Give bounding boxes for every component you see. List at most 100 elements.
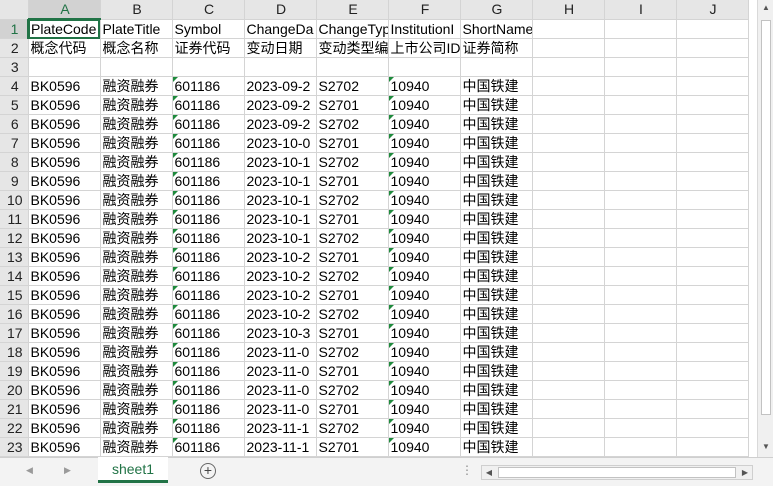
cell-f21[interactable]: 10940 [388, 399, 461, 419]
column-header-i[interactable]: I [604, 0, 677, 20]
cell-j21[interactable] [676, 399, 749, 419]
cell-b5[interactable]: 融资融券 [100, 95, 173, 115]
cell-b17[interactable]: 融资融券 [100, 323, 173, 343]
spreadsheet-grid[interactable]: ABCDEFGHIJ 1 PlateCode PlateTitle Symbol Cha… [0, 0, 757, 457]
column-header-d[interactable]: D [244, 0, 317, 20]
cell-b13[interactable]: 融资融券 [100, 247, 173, 267]
cell-h8[interactable] [532, 152, 605, 172]
cell-a9[interactable]: BK0596 [28, 171, 101, 191]
cell-g16[interactable]: 中国铁建 [460, 304, 533, 324]
cell-i18[interactable] [604, 342, 677, 362]
cell-f15[interactable]: 10940 [388, 285, 461, 305]
cell-c12[interactable]: 601186 [172, 228, 245, 248]
cell-e23[interactable]: S2701 [316, 437, 389, 457]
cell-j11[interactable] [676, 209, 749, 229]
cell-j8[interactable] [676, 152, 749, 172]
cell-i12[interactable] [604, 228, 677, 248]
cell-c11[interactable]: 601186 [172, 209, 245, 229]
cell-h6[interactable] [532, 114, 605, 134]
plus-icon[interactable]: + [200, 463, 216, 479]
row-header[interactable]: 19 [0, 361, 29, 381]
cell-e19[interactable]: S2701 [316, 361, 389, 381]
cell-f10[interactable]: 10940 [388, 190, 461, 210]
column-header-j[interactable]: J [676, 0, 749, 20]
cell-d15[interactable]: 2023-10-2 [244, 285, 317, 305]
cell-b15[interactable]: 融资融券 [100, 285, 173, 305]
cell-c9[interactable]: 601186 [172, 171, 245, 191]
cell-e21[interactable]: S2701 [316, 399, 389, 419]
cell-d21[interactable]: 2023-11-0 [244, 399, 317, 419]
cell-h5[interactable] [532, 95, 605, 115]
cell-d12[interactable]: 2023-10-1 [244, 228, 317, 248]
cell-a13[interactable]: BK0596 [28, 247, 101, 267]
row-header[interactable]: 21 [0, 399, 29, 419]
cell-a23[interactable]: BK0596 [28, 437, 101, 457]
cell-i20[interactable] [604, 380, 677, 400]
cell-h20[interactable] [532, 380, 605, 400]
cell-e6[interactable]: S2702 [316, 114, 389, 134]
cell-a14[interactable]: BK0596 [28, 266, 101, 286]
cell-d19[interactable]: 2023-11-0 [244, 361, 317, 381]
cell-e3[interactable] [316, 57, 389, 77]
cell-i16[interactable] [604, 304, 677, 324]
cell-j6[interactable] [676, 114, 749, 134]
cell-h18[interactable] [532, 342, 605, 362]
cell-i7[interactable] [604, 133, 677, 153]
cell-j19[interactable] [676, 361, 749, 381]
cell-g22[interactable]: 中国铁建 [460, 418, 533, 438]
cell-g8[interactable]: 中国铁建 [460, 152, 533, 172]
cell-f4[interactable]: 10940 [388, 76, 461, 96]
cell-c22[interactable]: 601186 [172, 418, 245, 438]
cell-d18[interactable]: 2023-11-0 [244, 342, 317, 362]
cell-f7[interactable]: 10940 [388, 133, 461, 153]
cell-b23[interactable]: 融资融券 [100, 437, 173, 457]
cell-a18[interactable]: BK0596 [28, 342, 101, 362]
cell-i23[interactable] [604, 437, 677, 457]
cell-i15[interactable] [604, 285, 677, 305]
next-sheet-icon[interactable]: ▶ [64, 465, 71, 476]
cell-g19[interactable]: 中国铁建 [460, 361, 533, 381]
cell-c15[interactable]: 601186 [172, 285, 245, 305]
cell-a7[interactable]: BK0596 [28, 133, 101, 153]
cell-c10[interactable]: 601186 [172, 190, 245, 210]
cell-j13[interactable] [676, 247, 749, 267]
vertical-scroll-thumb[interactable] [761, 20, 771, 415]
cell-g21[interactable]: 中国铁建 [460, 399, 533, 419]
cell-g18[interactable]: 中国铁建 [460, 342, 533, 362]
cell-f9[interactable]: 10940 [388, 171, 461, 191]
cell-a5[interactable]: BK0596 [28, 95, 101, 115]
cell-d14[interactable]: 2023-10-2 [244, 266, 317, 286]
row-header[interactable]: 13 [0, 247, 29, 267]
cell-i4[interactable] [604, 76, 677, 96]
cell-c23[interactable]: 601186 [172, 437, 245, 457]
cell-j14[interactable] [676, 266, 749, 286]
cell-a16[interactable]: BK0596 [28, 304, 101, 324]
cell-d5[interactable]: 2023-09-2 [244, 95, 317, 115]
scroll-left-arrow-icon[interactable]: ◀ [482, 466, 496, 479]
cell-b14[interactable]: 融资融券 [100, 266, 173, 286]
cell-i3[interactable] [604, 57, 677, 77]
cell-g6[interactable]: 中国铁建 [460, 114, 533, 134]
cell-e4[interactable]: S2702 [316, 76, 389, 96]
cell-e1[interactable]: ChangeTyp [316, 19, 389, 39]
column-header-h[interactable]: H [532, 0, 605, 20]
cell-g1[interactable]: ShortName [460, 19, 533, 39]
cell-i11[interactable] [604, 209, 677, 229]
cell-i21[interactable] [604, 399, 677, 419]
cell-j15[interactable] [676, 285, 749, 305]
cell-i6[interactable] [604, 114, 677, 134]
cell-d20[interactable]: 2023-11-0 [244, 380, 317, 400]
cell-f12[interactable]: 10940 [388, 228, 461, 248]
cell-e14[interactable]: S2702 [316, 266, 389, 286]
cell-b10[interactable]: 融资融券 [100, 190, 173, 210]
cell-g4[interactable]: 中国铁建 [460, 76, 533, 96]
cell-g9[interactable]: 中国铁建 [460, 171, 533, 191]
cell-g15[interactable]: 中国铁建 [460, 285, 533, 305]
cell-h7[interactable] [532, 133, 605, 153]
cell-c20[interactable]: 601186 [172, 380, 245, 400]
cell-a22[interactable]: BK0596 [28, 418, 101, 438]
cell-e18[interactable]: S2702 [316, 342, 389, 362]
cell-b8[interactable]: 融资融券 [100, 152, 173, 172]
cell-j23[interactable] [676, 437, 749, 457]
cell-c18[interactable]: 601186 [172, 342, 245, 362]
